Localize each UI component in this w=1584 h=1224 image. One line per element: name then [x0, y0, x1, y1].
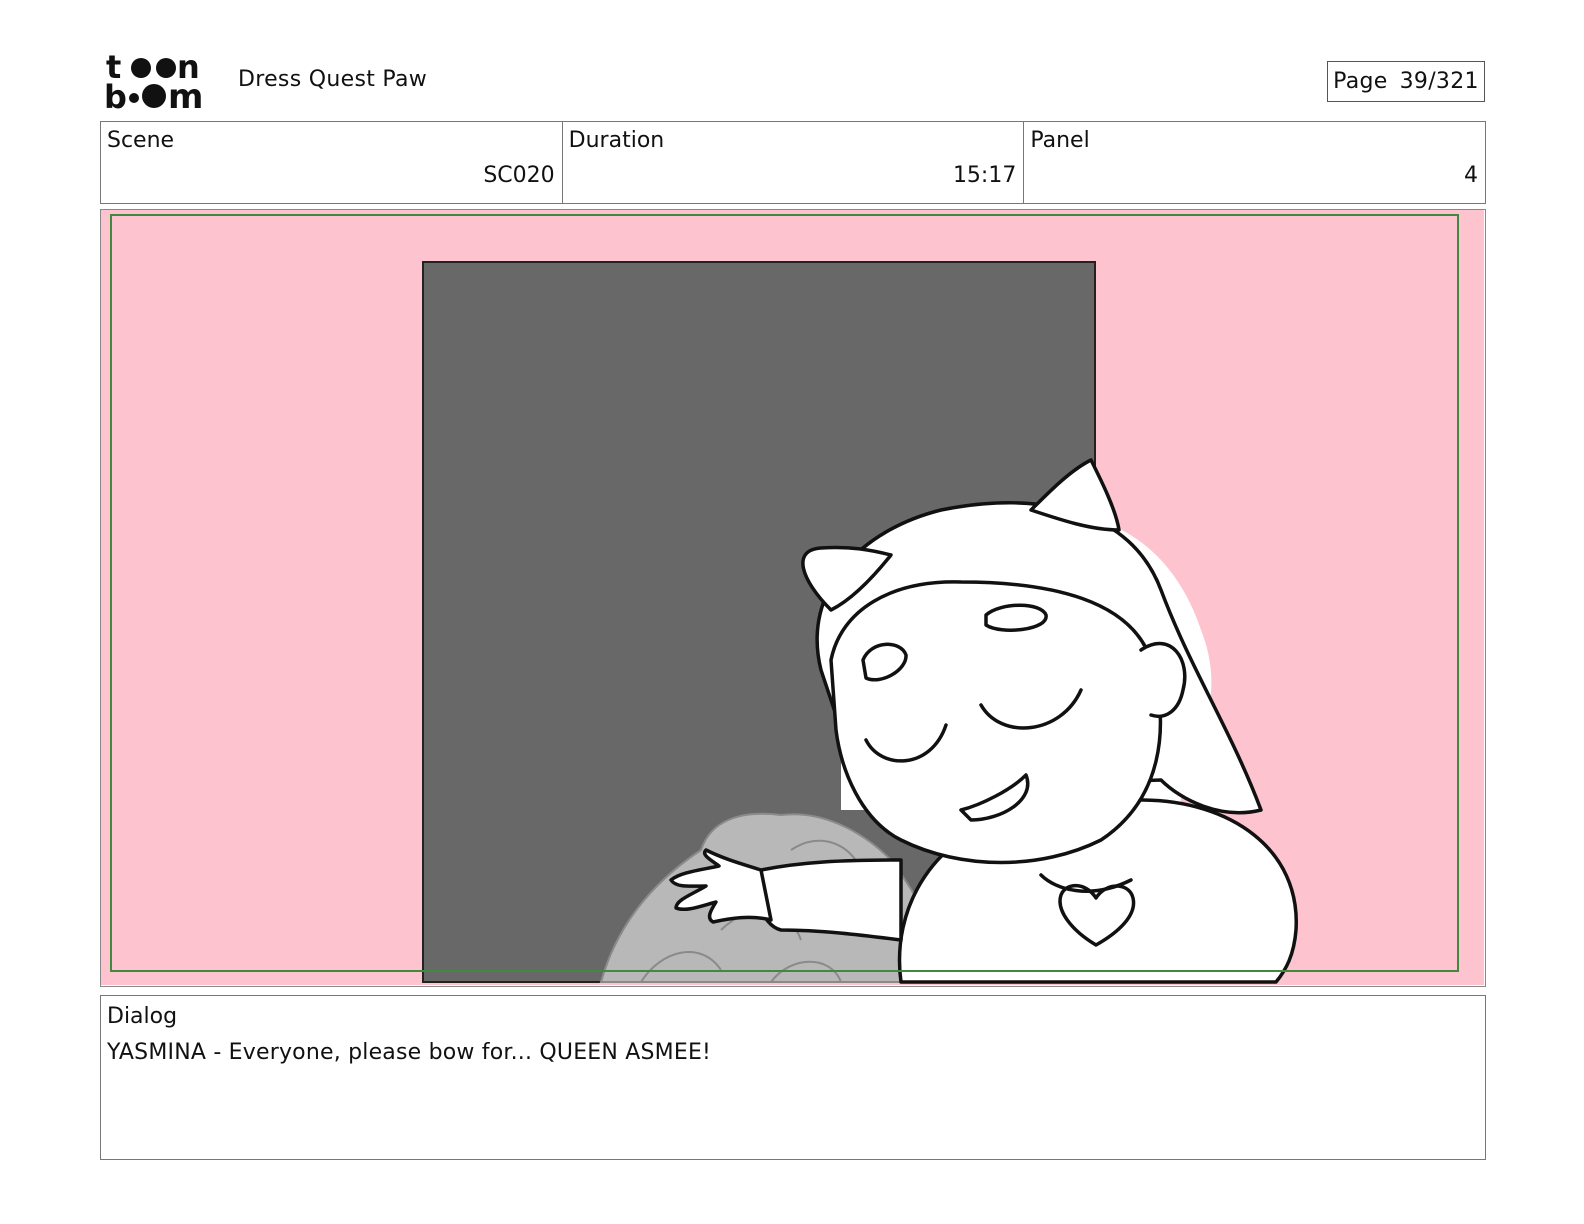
duration-cell: Duration 15:17: [563, 122, 1025, 203]
duration-label: Duration: [568, 128, 665, 153]
storyboard-panel: [100, 209, 1486, 987]
toonboom-logo: t n b m: [104, 48, 216, 117]
project-title: Dress Quest Paw: [238, 67, 428, 92]
panel-value: 4: [1464, 163, 1479, 188]
panel-cell: Panel 4: [1024, 122, 1485, 203]
dialog-label: Dialog: [107, 1004, 178, 1029]
scene-label: Scene: [107, 128, 175, 153]
page-indicator: Page 39/321: [1327, 61, 1485, 102]
scene-value: SC020: [483, 163, 555, 188]
info-row: Scene SC020 Duration 15:17 Panel 4: [100, 121, 1486, 204]
panel-drawing: [101, 210, 1484, 985]
duration-value: 15:17: [952, 163, 1017, 188]
page-label: Page: [1333, 69, 1388, 94]
svg-text:m: m: [168, 77, 203, 112]
svg-text:b: b: [104, 78, 127, 112]
dialog-box: Dialog YASMINA - Everyone, please bow fo…: [100, 995, 1486, 1160]
dialog-text: YASMINA - Everyone, please bow for... QU…: [107, 1040, 712, 1065]
panel-label: Panel: [1030, 128, 1090, 153]
scene-cell: Scene SC020: [101, 122, 563, 203]
page-number: 39/321: [1399, 69, 1479, 94]
